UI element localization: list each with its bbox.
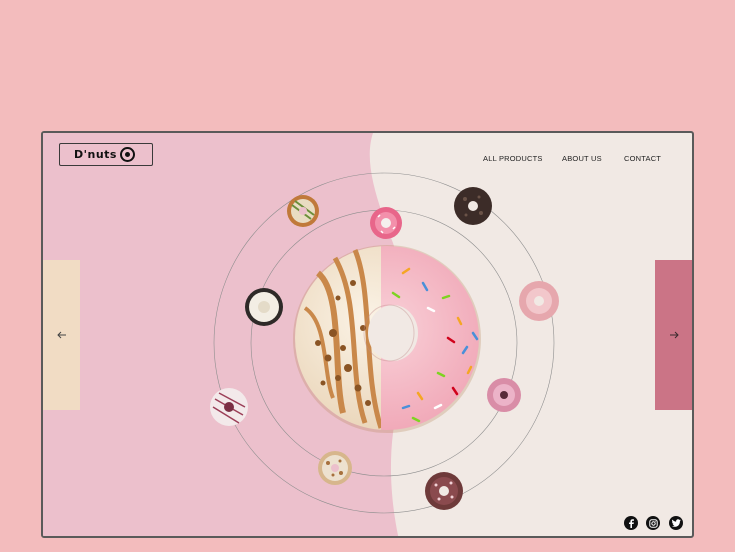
main-donut-image [293, 245, 481, 433]
instagram-icon[interactable] [646, 516, 660, 530]
donut-thumb-pink-sprinkle[interactable] [370, 207, 402, 239]
brand-logo[interactable]: D'nuts [59, 143, 153, 166]
twitter-icon[interactable] [669, 516, 683, 530]
donut-thumb-caramel[interactable] [287, 195, 319, 227]
carousel-next-button[interactable] [655, 260, 692, 410]
arrow-right-icon [669, 331, 679, 339]
brand-name: D'nuts [74, 148, 117, 161]
nav-contact[interactable]: CONTACT [624, 154, 661, 163]
carousel-prev-button[interactable] [43, 260, 80, 410]
donut-thumb-nut[interactable] [318, 451, 352, 485]
arrow-left-icon [56, 331, 66, 339]
donut-thumb-white-drizzle[interactable] [210, 388, 248, 426]
nav-about-us[interactable]: ABOUT US [562, 154, 602, 163]
donut-thumb-cream[interactable] [245, 288, 283, 326]
facebook-icon[interactable] [624, 516, 638, 530]
donut-orbit-graphic [210, 172, 559, 514]
donut-thumb-berry[interactable] [487, 378, 521, 412]
nav-all-products[interactable]: ALL PRODUCTS [483, 154, 543, 163]
donut-thumb-chocolate[interactable] [454, 187, 492, 225]
website-window: D'nuts ALL PRODUCTS ABOUT US CONTACT [41, 131, 694, 538]
target-icon [120, 147, 135, 162]
donut-thumb-cocoa[interactable] [425, 472, 463, 510]
donut-thumb-pink-glaze[interactable] [519, 281, 559, 321]
